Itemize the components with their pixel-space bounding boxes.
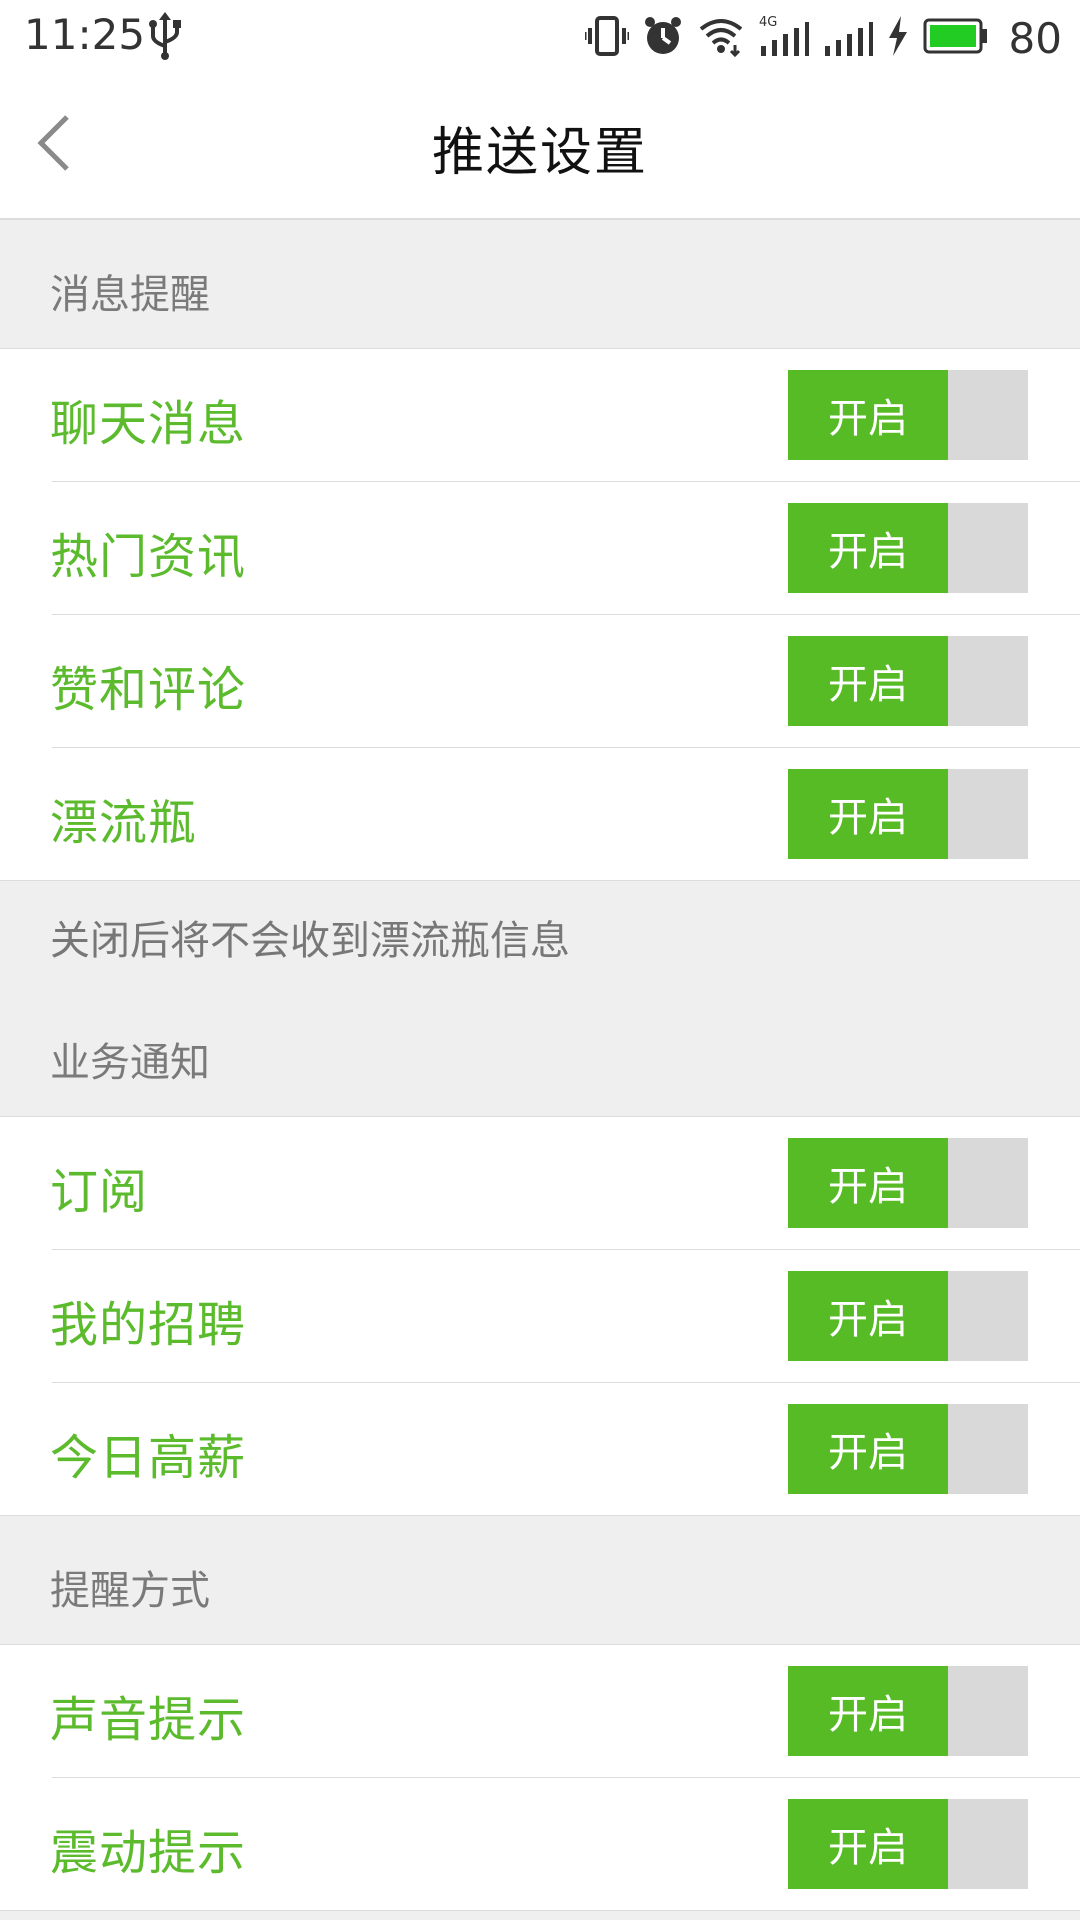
- toggle-switch[interactable]: 开启: [788, 503, 1028, 593]
- charging-icon: [887, 16, 909, 60]
- status-time: 11:25: [24, 10, 146, 59]
- toggle-off-part: [948, 503, 1028, 593]
- signal-icon: [823, 14, 873, 62]
- battery-level: 80: [1008, 13, 1062, 63]
- app-bar: 推送设置: [0, 74, 1080, 220]
- svg-text:4G: 4G: [759, 15, 777, 30]
- toggle-switch[interactable]: 开启: [788, 1404, 1028, 1494]
- toggle-off-part: [948, 636, 1028, 726]
- vibrate-icon: [583, 14, 631, 62]
- setting-row-sound: 声音提示 开启: [50, 1645, 1080, 1778]
- toggle-off-part: [948, 370, 1028, 460]
- setting-row-today-high-salary: 今日高薪 开启: [50, 1383, 1080, 1515]
- toggle-switch[interactable]: 开启: [788, 1799, 1028, 1889]
- status-icons: 4G 80: [583, 8, 1062, 68]
- setting-label: 我的招聘: [50, 1297, 247, 1353]
- alarm-icon: [643, 16, 683, 60]
- toggle-switch[interactable]: 开启: [788, 1271, 1028, 1361]
- signal-4g-icon: 4G: [759, 14, 809, 62]
- page-title: 推送设置: [431, 123, 648, 183]
- setting-row-vibration: 震动提示 开启: [50, 1778, 1080, 1910]
- method-settings-list: 声音提示 开启 震动提示 开启: [0, 1644, 1080, 1911]
- toggle-off-part: [948, 1404, 1028, 1494]
- setting-row-likes-comments: 赞和评论 开启: [50, 615, 1080, 748]
- toggle-switch[interactable]: 开启: [788, 769, 1028, 859]
- setting-row-subscription: 订阅 开启: [50, 1117, 1080, 1250]
- toggle-off-part: [948, 1799, 1028, 1889]
- toggle-on-label: 开启: [788, 769, 948, 859]
- setting-row-hot-news: 热门资讯 开启: [50, 482, 1080, 615]
- toggle-on-label: 开启: [788, 1138, 948, 1228]
- setting-label: 订阅: [50, 1164, 149, 1220]
- section-title: 消息提醒: [50, 272, 210, 318]
- section-header-method: 提醒方式: [0, 1516, 1080, 1644]
- message-settings-list: 聊天消息 开启 热门资讯 开启 赞和评论 开启 漂流瓶 开启: [0, 348, 1080, 881]
- toggle-switch[interactable]: 开启: [788, 1666, 1028, 1756]
- setting-row-chat: 聊天消息 开启: [50, 349, 1080, 482]
- toggle-switch[interactable]: 开启: [788, 1138, 1028, 1228]
- status-bar: 11:25 4G 80: [0, 0, 1080, 74]
- toggle-on-label: 开启: [788, 370, 948, 460]
- toggle-off-part: [948, 1666, 1028, 1756]
- setting-label: 热门资讯: [50, 529, 247, 585]
- toggle-on-label: 开启: [788, 1271, 948, 1361]
- toggle-on-label: 开启: [788, 1666, 948, 1756]
- toggle-off-part: [948, 1271, 1028, 1361]
- section-title: 提醒方式: [50, 1568, 210, 1614]
- setting-label: 赞和评论: [50, 662, 247, 718]
- toggle-on-label: 开启: [788, 1799, 948, 1889]
- toggle-switch[interactable]: 开启: [788, 370, 1028, 460]
- toggle-off-part: [948, 1138, 1028, 1228]
- battery-icon: [923, 18, 989, 58]
- setting-row-my-recruitment: 我的招聘 开启: [50, 1250, 1080, 1383]
- setting-label: 漂流瓶: [50, 795, 198, 851]
- toggle-on-label: 开启: [788, 503, 948, 593]
- setting-label: 聊天消息: [50, 396, 247, 452]
- section-header-message: 消息提醒: [0, 220, 1080, 348]
- setting-label: 今日高薪: [50, 1430, 247, 1486]
- toggle-off-part: [948, 769, 1028, 859]
- section-header-business: 业务通知: [0, 990, 1080, 1116]
- section-title: 业务通知: [50, 1040, 210, 1086]
- usb-icon: [148, 12, 182, 60]
- setting-row-drift-bottle: 漂流瓶 开启: [50, 748, 1080, 880]
- setting-label: 震动提示: [50, 1825, 247, 1881]
- drift-bottle-hint: 关闭后将不会收到漂流瓶信息: [50, 918, 570, 964]
- toggle-on-label: 开启: [788, 1404, 948, 1494]
- toggle-on-label: 开启: [788, 636, 948, 726]
- setting-label: 声音提示: [50, 1692, 247, 1748]
- wifi-icon: [697, 15, 745, 61]
- toggle-switch[interactable]: 开启: [788, 636, 1028, 726]
- business-settings-list: 订阅 开启 我的招聘 开启 今日高薪 开启: [0, 1116, 1080, 1516]
